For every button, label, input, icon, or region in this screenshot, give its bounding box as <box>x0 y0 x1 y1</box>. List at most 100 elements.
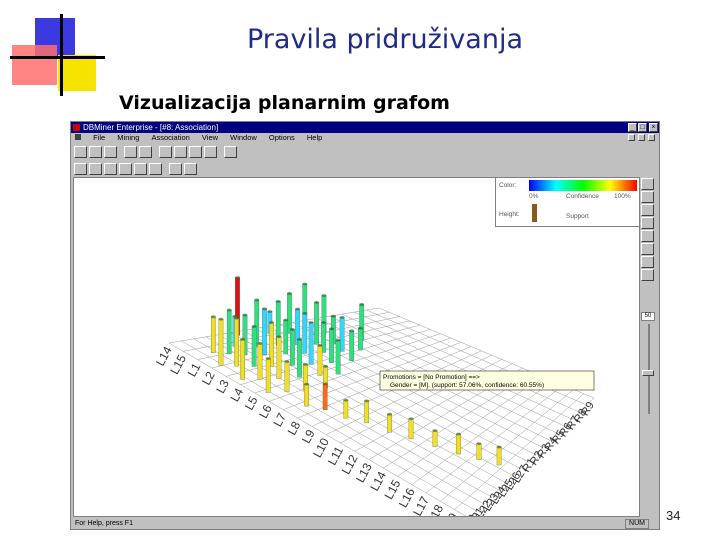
rule-bar[interactable] <box>317 345 323 376</box>
rule-bar[interactable] <box>339 317 345 352</box>
view-bar-icon[interactable] <box>134 163 147 175</box>
view-pan-icon[interactable] <box>169 163 182 175</box>
rule-bar-top <box>364 399 370 403</box>
rule-bar[interactable] <box>308 322 314 365</box>
document-icon[interactable] <box>75 134 81 140</box>
rule-bar[interactable] <box>364 400 370 424</box>
back-icon[interactable] <box>641 191 654 203</box>
status-num: NUM <box>625 519 649 529</box>
mdi-minimize-button[interactable] <box>628 134 635 141</box>
slider-value-box[interactable]: 50 <box>641 312 655 321</box>
swap-axes-icon[interactable] <box>641 269 654 281</box>
rule-bar[interactable] <box>349 330 355 361</box>
maximize-button[interactable]: □ <box>638 123 647 132</box>
rule-bar[interactable] <box>283 319 289 355</box>
rule-bar-top <box>297 337 302 341</box>
help-icon[interactable] <box>224 146 237 158</box>
chart-icon[interactable] <box>189 146 202 158</box>
rule-bar[interactable] <box>322 383 328 411</box>
menu-help[interactable]: Help <box>307 133 322 143</box>
mdi-close-button[interactable] <box>648 134 655 141</box>
grid-line <box>181 340 477 512</box>
view-grid-icon[interactable] <box>104 163 117 175</box>
rule-bar[interactable] <box>251 326 257 367</box>
rule-bar[interactable] <box>343 399 349 419</box>
rule-bar[interactable] <box>297 339 302 378</box>
rule-bar[interactable] <box>314 302 319 345</box>
rule-bar-top <box>359 303 365 306</box>
rule-bar[interactable] <box>304 383 309 407</box>
grid-line <box>354 311 580 413</box>
menu-mining[interactable]: Mining <box>117 133 139 143</box>
rule-bar[interactable] <box>456 433 461 455</box>
rule-bar[interactable] <box>496 446 502 466</box>
move-icon[interactable] <box>641 230 654 242</box>
swap-icon[interactable] <box>174 146 187 158</box>
mine-icon[interactable] <box>159 146 172 158</box>
rule-bar[interactable] <box>240 339 246 380</box>
rule-bar[interactable] <box>329 328 334 363</box>
rule-bar-top <box>289 327 295 331</box>
pan-icon[interactable] <box>641 243 654 255</box>
print-icon[interactable] <box>124 146 137 158</box>
rule-bar-top <box>240 337 246 341</box>
rule-bar-top <box>254 298 260 302</box>
rule-bar[interactable] <box>262 308 267 355</box>
menu-view[interactable]: View <box>202 133 218 143</box>
rule-bar[interactable] <box>226 309 232 355</box>
rule-bar-top <box>323 364 328 368</box>
open-icon[interactable] <box>89 146 102 158</box>
minimize-button[interactable]: _ <box>628 123 637 132</box>
app-icon[interactable] <box>73 124 80 131</box>
table-icon[interactable] <box>204 146 217 158</box>
rule-bar-top <box>496 445 502 449</box>
zoom-in-icon[interactable] <box>641 204 654 216</box>
rule-bar[interactable] <box>432 430 438 447</box>
rule-bar[interactable] <box>358 327 363 351</box>
rule-bar[interactable] <box>284 361 290 392</box>
menu-association[interactable]: Association <box>151 133 189 143</box>
view-reset-icon[interactable] <box>149 163 162 175</box>
rule-bar[interactable] <box>210 316 216 353</box>
rule-bar[interactable] <box>476 443 482 460</box>
association-plot[interactable]: L14 L15 L1 L2 L3 L4 L5 L6 L7 L8 L9 L10 L11 L12 L13 L14 L… <box>73 177 640 517</box>
rule-bar[interactable] <box>257 343 263 380</box>
rule-bar-top <box>303 362 308 366</box>
menu-window[interactable]: Window <box>230 133 257 143</box>
rule-bar[interactable] <box>408 418 414 439</box>
vertical-slider-thumb[interactable] <box>642 370 654 376</box>
rule-bar-top <box>387 412 393 416</box>
rule-bar-top <box>283 318 289 322</box>
rule-bar[interactable] <box>387 414 392 433</box>
view-rotate-icon[interactable] <box>89 163 102 175</box>
menubar: File Mining Association View Window Opti… <box>71 133 659 143</box>
rule-bar-top <box>275 299 281 303</box>
rule-tooltip: Promotions = [No Promotion] ==> Gender =… <box>379 370 595 391</box>
rule-bar[interactable] <box>234 317 239 367</box>
window-titlebar[interactable]: DBMiner Enterprise - [#8: Association] _… <box>71 122 659 133</box>
flip-icon[interactable] <box>641 256 654 268</box>
view-zoom-icon[interactable] <box>184 163 197 175</box>
mdi-restore-button[interactable] <box>638 134 645 141</box>
zoom-out-icon[interactable] <box>641 217 654 229</box>
cut-icon[interactable] <box>139 146 152 158</box>
rule-bar[interactable] <box>265 358 271 393</box>
menu-file[interactable]: File <box>93 133 105 143</box>
rule-bar-top <box>339 316 345 319</box>
view-3d-icon[interactable] <box>119 163 132 175</box>
plane-graph[interactable]: L14L15L1L2L3L4L5L6L7L8L9L10L11L12L13L14L… <box>74 178 640 517</box>
menu-options[interactable]: Options <box>269 133 295 143</box>
tooltip-line1: Promotions = [No Promotion] ==> <box>383 374 480 381</box>
rule-bar[interactable] <box>335 339 341 375</box>
new-icon[interactable] <box>74 146 87 158</box>
home-icon[interactable] <box>641 178 654 190</box>
save-icon[interactable] <box>104 146 117 158</box>
rule-bar[interactable] <box>218 319 224 366</box>
rule-bar-top <box>317 344 323 347</box>
rule-bar[interactable] <box>276 336 282 379</box>
view-select-icon[interactable] <box>74 163 87 175</box>
close-button[interactable]: × <box>649 123 658 132</box>
rule-bar[interactable] <box>290 329 295 366</box>
vertical-slider-track[interactable] <box>648 324 650 414</box>
rule-bar[interactable] <box>302 313 308 354</box>
